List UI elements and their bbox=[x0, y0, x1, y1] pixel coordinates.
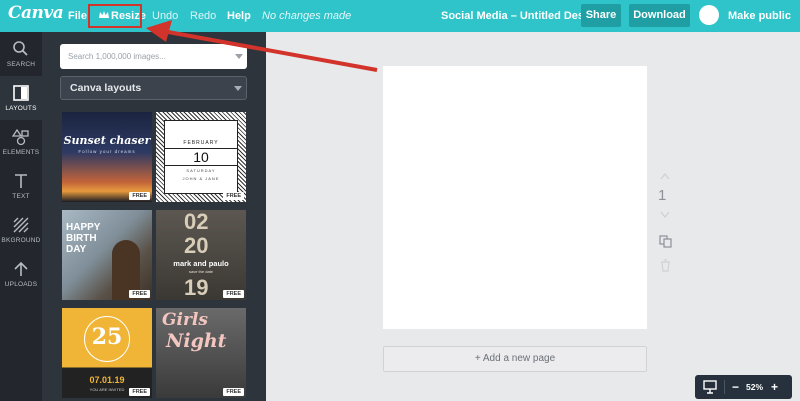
search-icon bbox=[13, 41, 28, 56]
left-rail: SEARCH LAYOUTS ELEMENTS TEXT BKGROUND UP… bbox=[0, 32, 42, 401]
zoom-level: 52% bbox=[746, 382, 764, 392]
canva-logo[interactable]: Canva bbox=[8, 3, 64, 23]
upload-icon bbox=[14, 261, 28, 276]
rail-item-layouts[interactable]: LAYOUTS bbox=[0, 76, 42, 120]
add-page-button[interactable]: + Add a new page bbox=[383, 346, 647, 372]
rail-label: UPLOADS bbox=[4, 281, 38, 288]
template-subtitle: save the date bbox=[188, 269, 214, 274]
template-subtitle: Follow your dreams bbox=[78, 149, 136, 154]
elements-icon bbox=[12, 128, 29, 146]
template-thumbnail[interactable]: HAPPY BIRTH DAY FREE bbox=[62, 210, 152, 300]
template-title: Sunset chaser bbox=[63, 134, 151, 147]
resize-highlight-box bbox=[88, 4, 142, 28]
template-title: DAY bbox=[66, 244, 87, 255]
free-badge: FREE bbox=[129, 290, 150, 298]
share-button[interactable]: Share bbox=[581, 4, 621, 27]
rail-item-elements[interactable]: ELEMENTS bbox=[0, 120, 42, 164]
template-thumbnail[interactable]: 02 20 19 mark and paulo save the date FR… bbox=[156, 210, 246, 300]
template-title: Night bbox=[166, 330, 227, 352]
copy-page-icon[interactable] bbox=[659, 235, 672, 248]
rail-label: LAYOUTS bbox=[5, 105, 37, 112]
template-number: 20 bbox=[184, 233, 209, 258]
template-number: 19 bbox=[184, 275, 209, 300]
free-badge: FREE bbox=[129, 192, 150, 200]
zoom-in-button[interactable]: + bbox=[771, 375, 778, 399]
template-date: 07.01.19 bbox=[89, 375, 125, 385]
save-status: No changes made bbox=[262, 10, 352, 22]
layouts-icon bbox=[13, 85, 29, 101]
template-weekday: SATURDAY bbox=[186, 168, 216, 173]
design-page[interactable] bbox=[383, 66, 647, 329]
chevron-up-icon[interactable] bbox=[660, 172, 670, 180]
template-thumbnail[interactable]: FEBRUARY 10 SATURDAY JOHN & JANE FREE bbox=[156, 112, 246, 202]
layouts-dropdown[interactable]: Canva layouts bbox=[60, 76, 247, 100]
free-badge: FREE bbox=[129, 388, 150, 396]
template-thumbnail[interactable]: Sunset chaser Follow your dreams FREE bbox=[62, 112, 152, 202]
template-number: 25 bbox=[91, 324, 123, 350]
template-frame: FEBRUARY 10 SATURDAY JOHN & JANE bbox=[164, 120, 238, 194]
divider bbox=[724, 380, 725, 394]
free-badge: FREE bbox=[223, 290, 244, 298]
image-search-input[interactable]: Search 1,000,000 images... bbox=[60, 44, 247, 69]
free-badge: FREE bbox=[223, 192, 244, 200]
trash-icon[interactable] bbox=[660, 259, 671, 272]
template-month: FEBRUARY bbox=[183, 140, 219, 146]
template-names: mark and paulo bbox=[173, 259, 229, 268]
rail-label: ELEMENTS bbox=[2, 149, 40, 156]
rail-item-background[interactable]: BKGROUND bbox=[0, 208, 42, 252]
rail-item-search[interactable]: SEARCH bbox=[0, 32, 42, 76]
rail-label: SEARCH bbox=[6, 61, 36, 68]
document-title[interactable]: Social Media – Untitled Design bbox=[441, 0, 601, 32]
template-title: BIRTH bbox=[66, 233, 97, 244]
chevron-down-icon[interactable] bbox=[660, 211, 670, 219]
zoom-out-button[interactable]: − bbox=[732, 375, 739, 399]
page-number: 1 bbox=[658, 187, 667, 204]
rail-item-text[interactable]: TEXT bbox=[0, 164, 42, 208]
chevron-down-icon bbox=[234, 86, 242, 91]
download-button[interactable]: Download bbox=[629, 4, 690, 27]
avatar[interactable] bbox=[699, 5, 719, 25]
make-public-button[interactable]: Make public bbox=[728, 0, 791, 32]
free-badge: FREE bbox=[223, 388, 244, 396]
search-placeholder: Search 1,000,000 images... bbox=[68, 52, 166, 61]
template-names: JOHN & JANE bbox=[182, 176, 220, 181]
help-menu[interactable]: Help bbox=[227, 0, 251, 32]
rail-label: BKGROUND bbox=[1, 237, 41, 244]
redo-button[interactable]: Redo bbox=[190, 0, 216, 32]
template-day: 10 bbox=[165, 148, 237, 166]
rail-label: TEXT bbox=[12, 193, 30, 200]
undo-button[interactable]: Undo bbox=[152, 0, 178, 32]
background-icon bbox=[13, 217, 29, 233]
dropdown-label: Canva layouts bbox=[70, 82, 142, 94]
template-number: 02 bbox=[184, 210, 209, 234]
template-title: HAPPY bbox=[66, 222, 101, 233]
template-title: Girls bbox=[162, 310, 208, 330]
presentation-icon[interactable] bbox=[703, 380, 717, 394]
rail-item-uploads[interactable]: UPLOADS bbox=[0, 252, 42, 296]
text-icon bbox=[15, 174, 27, 188]
file-menu[interactable]: File bbox=[68, 0, 87, 32]
template-thumbnail[interactable]: Girls Night FREE bbox=[156, 308, 246, 398]
chevron-down-icon bbox=[235, 54, 243, 59]
template-thumbnail[interactable]: 25 07.01.19 YOU ARE INVITED FREE bbox=[62, 308, 152, 398]
